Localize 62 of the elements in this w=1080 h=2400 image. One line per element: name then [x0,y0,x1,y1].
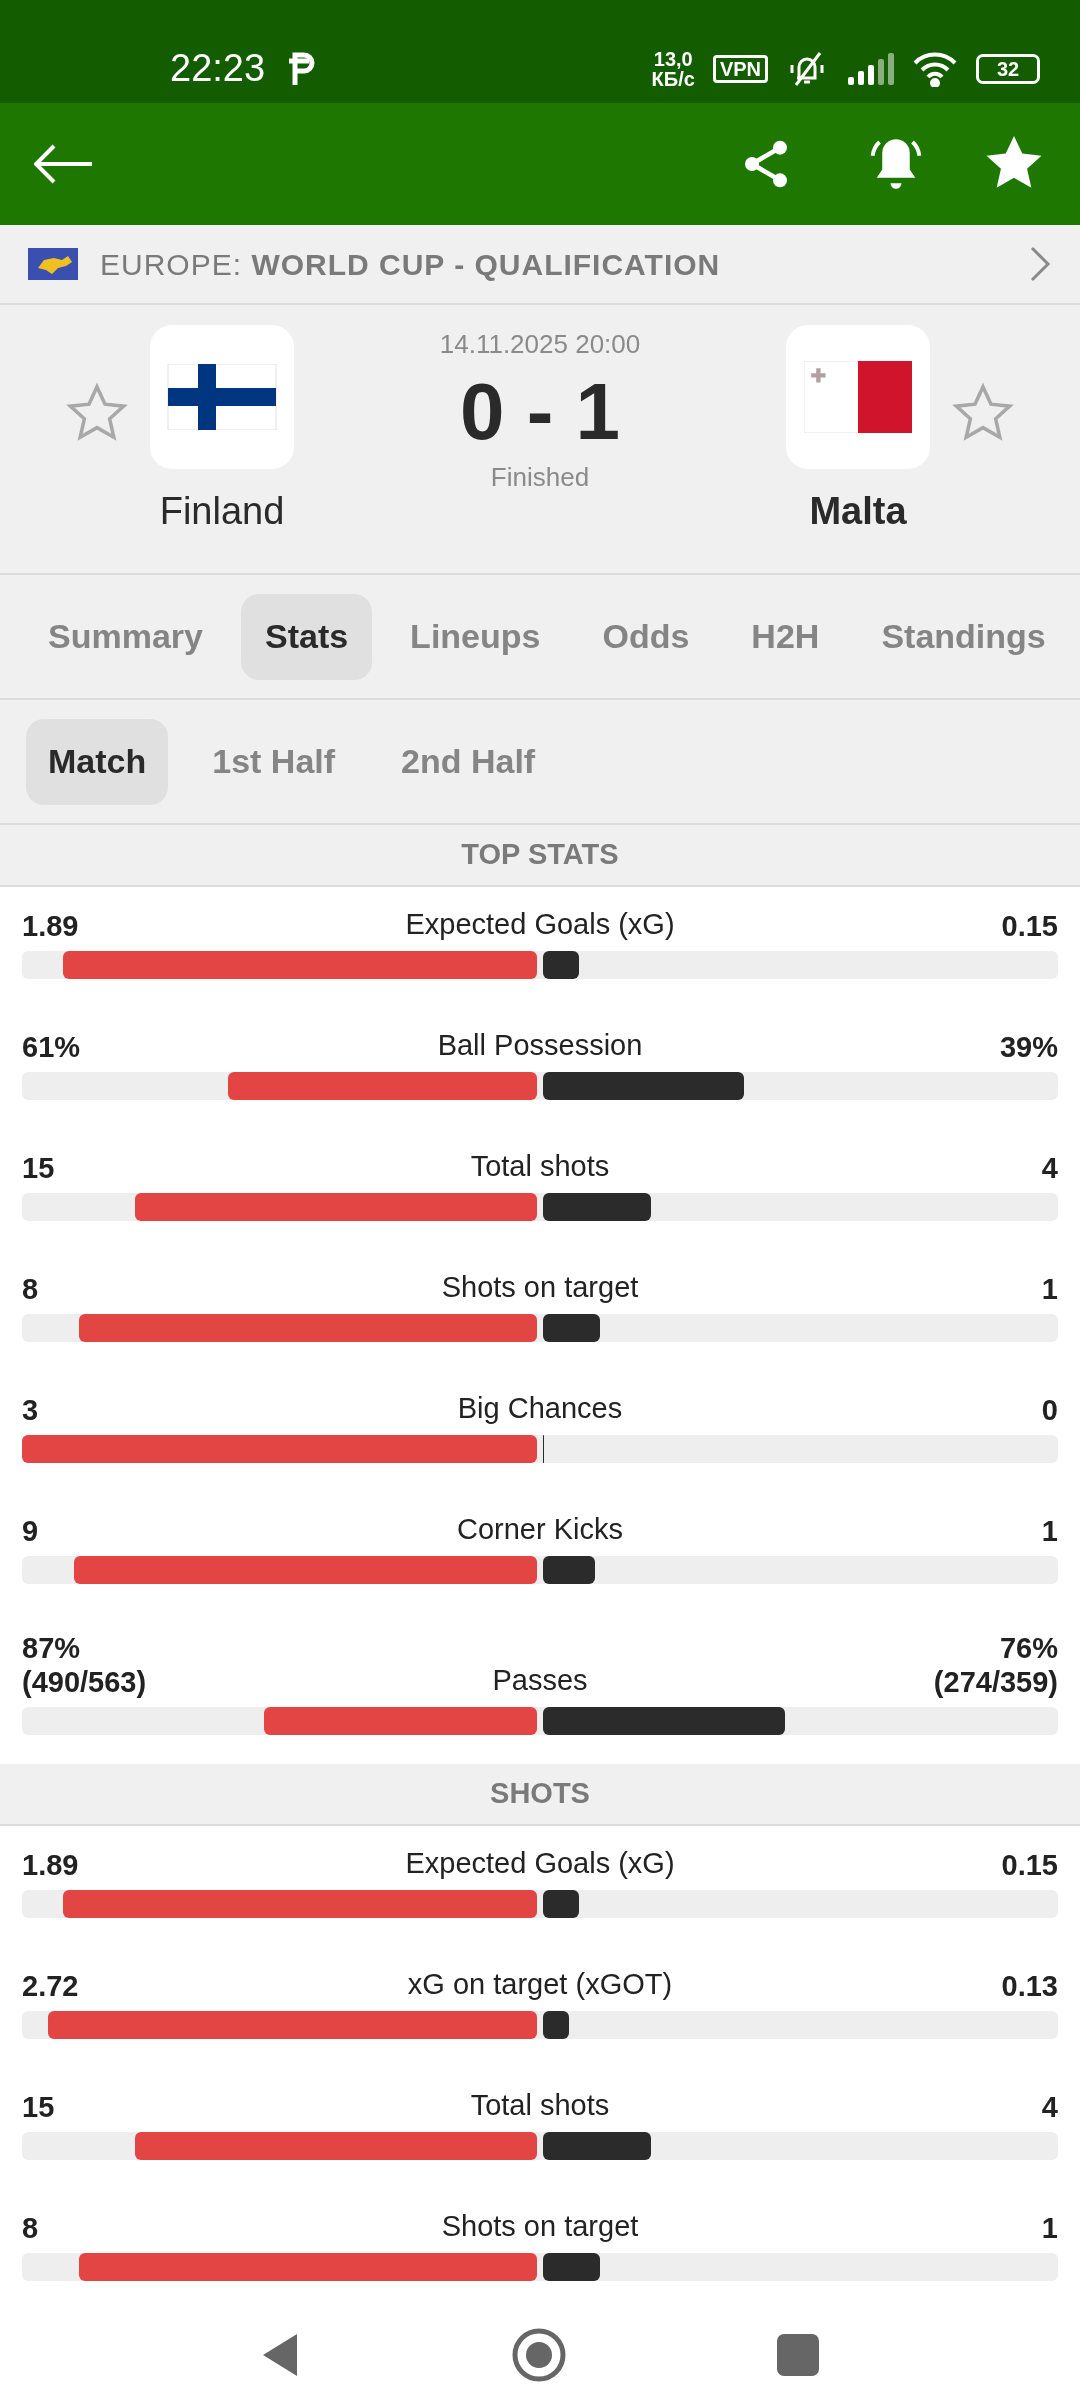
stat-value: 87% (490/563) [22,1631,148,1699]
chevron-right-icon[interactable] [1028,244,1052,284]
stat-value: 1 [1040,1514,1058,1548]
stat-value: 1.89 [22,1848,80,1882]
team-name: Malta [809,489,907,534]
team-name: Finland [159,489,285,534]
finland-flag-icon [167,364,277,430]
signal-icon [846,52,894,85]
stat-value: 1.89 [22,909,80,943]
stat-value: 76% (274/359) [932,1631,1058,1699]
tab[interactable]: H2H [727,593,844,680]
tab[interactable]: Odds [578,593,714,680]
network-speed: 13,0 КБ/с [651,48,695,89]
tab[interactable]: Lineups [386,593,565,680]
stat-value: 0.15 [1000,909,1058,943]
notification-icon [287,50,316,87]
stat-label: Total shots [470,2088,610,2123]
stat-label: Shots on target [441,2209,639,2244]
back-arrow-icon[interactable] [34,144,94,184]
tab[interactable]: Summary [24,593,227,680]
stat-value: 15 [22,1151,56,1185]
stat-value: 9 [22,1514,40,1548]
tab[interactable]: Standings [857,593,1070,680]
match-date: 14.11.2025 20:00 [439,328,641,361]
stat-label: Shots on target [441,1270,639,1305]
malta-flag-icon [804,361,912,433]
stat-label: xG on target (xGOT) [407,1967,673,2002]
stat-value: 1 [1040,2211,1058,2245]
battery-indicator: 32 [976,53,1040,84]
tab[interactable]: Stats [240,593,373,680]
stat-value: 4 [1040,1151,1058,1185]
match-score: 0 - 1 [459,366,621,458]
stat-value: 4 [1040,2090,1058,2124]
stat-value: 0.13 [1000,1969,1058,2003]
home-circle-icon[interactable] [511,2327,567,2383]
stat-value: 0 [1040,1393,1058,1427]
status-time: 22:23 [170,46,266,91]
stat-label: Ball Possession [437,1028,643,1063]
stat-value: 1 [1040,1272,1058,1306]
wifi-icon [912,50,958,87]
period-tab[interactable]: 2nd Half [379,718,558,805]
period-tab[interactable]: 1st Half [190,718,358,805]
league-title: EUROPE: WORLD CUP - QUALIFICATION [100,246,721,283]
europe-flag-icon [28,248,78,280]
stat-value: 0.15 [1000,1848,1058,1882]
stat-value: 39% [998,1030,1058,1064]
stat-label: Passes [492,1663,588,1698]
stat-value: 15 [22,2090,56,2124]
stat-label: Corner Kicks [457,1512,623,1547]
match-status: Finished [490,461,590,494]
period-tab[interactable]: Match [26,718,169,805]
recents-square-icon[interactable] [777,2334,819,2376]
stat-value: 61% [22,1030,82,1064]
stat-value: 8 [22,1272,40,1306]
stat-label: Big Chances [457,1391,623,1426]
vpn-badge: VPN [712,54,768,83]
stat-value: 3 [22,1393,40,1427]
stat-label: Expected Goals (xG) [405,907,675,942]
stat-value: 2.72 [22,1969,80,2003]
stat-value: 8 [22,2211,40,2245]
stat-label: Expected Goals (xG) [405,1846,675,1881]
stat-label: Total shots [470,1149,610,1184]
